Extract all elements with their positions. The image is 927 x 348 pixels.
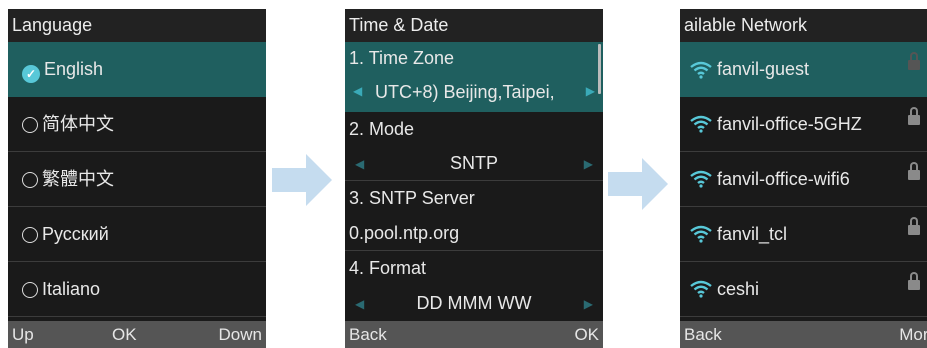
lock-icon — [908, 107, 920, 126]
language-screen: Language ✓ English 简体中文 繁體中文 Русский Ital… — [8, 9, 266, 348]
network-item[interactable]: fanvil-office-wifi6 — [680, 152, 927, 207]
network-name: ceshi — [717, 278, 760, 299]
language-item-simplified-chinese[interactable]: 简体中文 — [8, 97, 266, 152]
network-item[interactable]: fanvil-office-5GHZ — [680, 97, 927, 152]
mode-label: 2. Mode — [349, 119, 415, 139]
wifi-icon — [690, 225, 712, 243]
lock-icon — [908, 272, 920, 291]
flow-arrow-icon — [608, 158, 668, 210]
arrow-left-icon[interactable]: ◀ — [353, 84, 362, 98]
sntp-server-field[interactable]: 0.pool.ntp.org — [345, 216, 603, 251]
network-name: fanvil-office-5GHZ — [717, 113, 862, 134]
softkey-ok[interactable]: OK — [574, 321, 599, 348]
softkey-down[interactable]: Down — [219, 321, 262, 348]
radio-icon — [22, 117, 38, 133]
softkey-bar: Back OK — [345, 321, 603, 348]
language-item-english[interactable]: ✓ English — [8, 42, 266, 97]
mode-value: SNTP — [449, 153, 498, 173]
softkey-ok[interactable]: OK — [112, 321, 137, 348]
softkey-back[interactable]: Back — [684, 321, 722, 348]
screen-title: Language — [8, 9, 266, 42]
mode-setting[interactable]: ◀ SNTP ▶ — [345, 146, 603, 181]
lock-icon — [908, 217, 920, 236]
screen-title: ailable Network — [680, 9, 927, 42]
language-label: Русский — [42, 224, 109, 244]
screen-title: Time & Date — [345, 9, 603, 42]
scrollbar[interactable] — [598, 44, 601, 94]
wifi-icon — [690, 280, 712, 298]
softkey-bar: Up OK Down — [8, 321, 266, 348]
format-label: 4. Format — [349, 258, 427, 278]
wifi-icon — [690, 115, 712, 133]
network-item[interactable]: ceshi — [680, 262, 927, 317]
wifi-icon — [690, 170, 712, 188]
time-zone-setting[interactable]: 1. Time Zone ◀ UTC+8) Beijing,Taipei, ▶ — [345, 42, 603, 112]
format-value: DD MMM WW — [416, 293, 532, 313]
arrow-right-icon[interactable]: ▶ — [584, 157, 593, 171]
softkey-back[interactable]: Back — [349, 321, 387, 348]
lock-icon — [908, 162, 920, 181]
network-name: fanvil_tcl — [717, 223, 788, 244]
language-item-russian[interactable]: Русский — [8, 207, 266, 262]
sntp-server-label: 3. SNTP Server — [349, 188, 475, 208]
format-setting[interactable]: ◀ DD MMM WW ▶ — [345, 286, 603, 321]
wifi-icon — [690, 61, 712, 79]
check-icon: ✓ — [22, 65, 40, 83]
language-label: 繁體中文 — [42, 169, 114, 189]
lock-icon — [908, 52, 920, 71]
radio-icon — [22, 282, 38, 298]
network-screen: ailable Network fanvil-guest fanvil-offi… — [680, 9, 927, 348]
arrow-right-icon[interactable]: ▶ — [584, 297, 593, 311]
network-name: fanvil-guest — [717, 59, 810, 79]
softkey-more[interactable]: More — [899, 321, 927, 348]
radio-icon — [22, 172, 38, 188]
language-item-italian[interactable]: Italiano — [8, 262, 266, 317]
language-label: Italiano — [42, 279, 101, 299]
softkey-bar: Back More — [680, 321, 927, 348]
time-zone-value: UTC+8) Beijing,Taipei, — [375, 82, 555, 102]
time-date-screen: Time & Date 1. Time Zone ◀ UTC+8) Beijin… — [345, 9, 603, 348]
network-item[interactable]: fanvil-guest — [680, 42, 927, 97]
softkey-up[interactable]: Up — [12, 321, 34, 348]
language-item-traditional-chinese[interactable]: 繁體中文 — [8, 152, 266, 207]
radio-icon — [22, 227, 38, 243]
language-label: English — [44, 59, 104, 79]
network-name: fanvil-office-wifi6 — [717, 168, 850, 189]
network-item[interactable]: fanvil_tcl — [680, 207, 927, 262]
flow-arrow-icon — [272, 154, 332, 206]
arrow-right-icon[interactable]: ▶ — [586, 84, 595, 98]
language-label: 简体中文 — [42, 114, 114, 134]
time-zone-label: 1. Time Zone — [349, 48, 455, 68]
